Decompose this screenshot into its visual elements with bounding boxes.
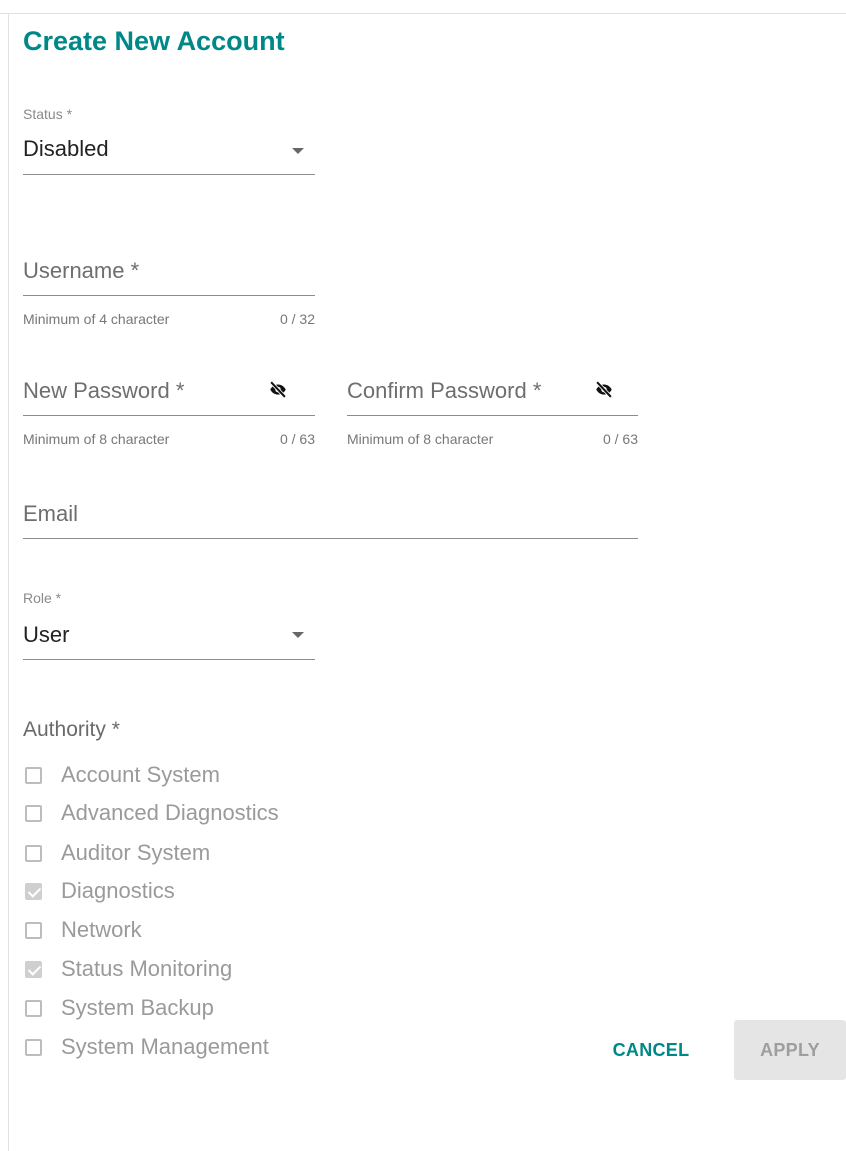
authority-item-system-backup[interactable]: System Backup bbox=[25, 993, 214, 1023]
username-field[interactable]: Username * Minimum of 4 character 0 / 32 bbox=[23, 250, 315, 340]
authority-item-label: System Backup bbox=[61, 995, 214, 1020]
status-dropdown-arrow-icon bbox=[292, 148, 304, 154]
new-password-underline bbox=[23, 415, 315, 416]
checkbox[interactable] bbox=[25, 999, 42, 1017]
authority-item-label: Diagnostics bbox=[61, 878, 175, 903]
dialog-left-border bbox=[8, 13, 9, 1151]
username-underline bbox=[23, 295, 315, 296]
new-password-hint: Minimum of 8 character bbox=[23, 431, 170, 447]
username-placeholder: Username * bbox=[23, 258, 140, 283]
checkbox[interactable] bbox=[25, 844, 42, 862]
role-underline bbox=[23, 659, 315, 660]
authority-item-label: Advanced Diagnostics bbox=[61, 800, 279, 825]
cancel-button[interactable]: CANCEL bbox=[588, 1020, 714, 1080]
role-label: Role * bbox=[23, 590, 62, 606]
confirm-password-field[interactable]: Confirm Password * Minimum of 8 characte… bbox=[347, 370, 638, 460]
username-counter: 0 / 32 bbox=[279, 311, 315, 327]
username-hint: Minimum of 4 character bbox=[23, 311, 170, 327]
email-placeholder: Email bbox=[23, 501, 79, 526]
new-password-visibility-off-icon[interactable] bbox=[265, 379, 291, 401]
authority-item-label: System Management bbox=[61, 1034, 269, 1059]
confirm-password-counter: 0 / 63 bbox=[602, 431, 638, 447]
authority-item-status-monitoring[interactable]: Status Monitoring bbox=[25, 954, 232, 984]
authority-item-label: Account System bbox=[61, 762, 220, 787]
authority-item-label: Status Monitoring bbox=[61, 956, 233, 981]
authority-item-network[interactable]: Network bbox=[25, 915, 142, 945]
email-underline bbox=[23, 538, 638, 539]
authority-item-label: Network bbox=[61, 917, 142, 942]
checkbox[interactable] bbox=[25, 1038, 42, 1056]
checkbox[interactable] bbox=[25, 804, 42, 822]
confirm-password-hint: Minimum of 8 character bbox=[347, 431, 494, 447]
authority-item-account-system[interactable]: Account System bbox=[25, 760, 220, 790]
new-password-field[interactable]: New Password * Minimum of 8 character 0 … bbox=[23, 370, 315, 460]
new-password-placeholder: New Password * bbox=[23, 378, 185, 403]
checkbox-checked[interactable] bbox=[25, 960, 42, 978]
authority-item-label: Auditor System bbox=[61, 840, 211, 865]
confirm-password-visibility-off-icon[interactable] bbox=[591, 379, 617, 401]
checkbox-checked[interactable] bbox=[25, 882, 42, 900]
role-dropdown-arrow-icon bbox=[292, 632, 304, 638]
dialog-title: Create New Account bbox=[23, 26, 285, 56]
authority-item-auditor-system[interactable]: Auditor System bbox=[25, 838, 210, 868]
authority-item-advanced-diagnostics[interactable]: Advanced Diagnostics bbox=[25, 798, 279, 828]
status-underline bbox=[23, 174, 315, 175]
role-value: User bbox=[23, 622, 70, 647]
status-select[interactable]: Status * Disabled bbox=[23, 100, 315, 178]
apply-button[interactable]: APPLY bbox=[734, 1020, 846, 1080]
dialog-top-border bbox=[0, 13, 846, 14]
confirm-password-underline bbox=[347, 415, 638, 416]
authority-item-diagnostics[interactable]: Diagnostics bbox=[25, 876, 175, 906]
status-label: Status * bbox=[23, 106, 73, 122]
confirm-password-placeholder: Confirm Password * bbox=[347, 378, 542, 403]
authority-label: Authority * bbox=[23, 718, 120, 741]
status-value: Disabled bbox=[23, 136, 109, 161]
new-password-counter: 0 / 63 bbox=[279, 431, 315, 447]
role-select[interactable]: Role * User bbox=[23, 584, 315, 662]
email-field[interactable]: Email bbox=[23, 495, 638, 545]
checkbox[interactable] bbox=[25, 921, 42, 939]
authority-item-system-management[interactable]: System Management bbox=[25, 1032, 269, 1062]
checkbox[interactable] bbox=[25, 766, 42, 784]
